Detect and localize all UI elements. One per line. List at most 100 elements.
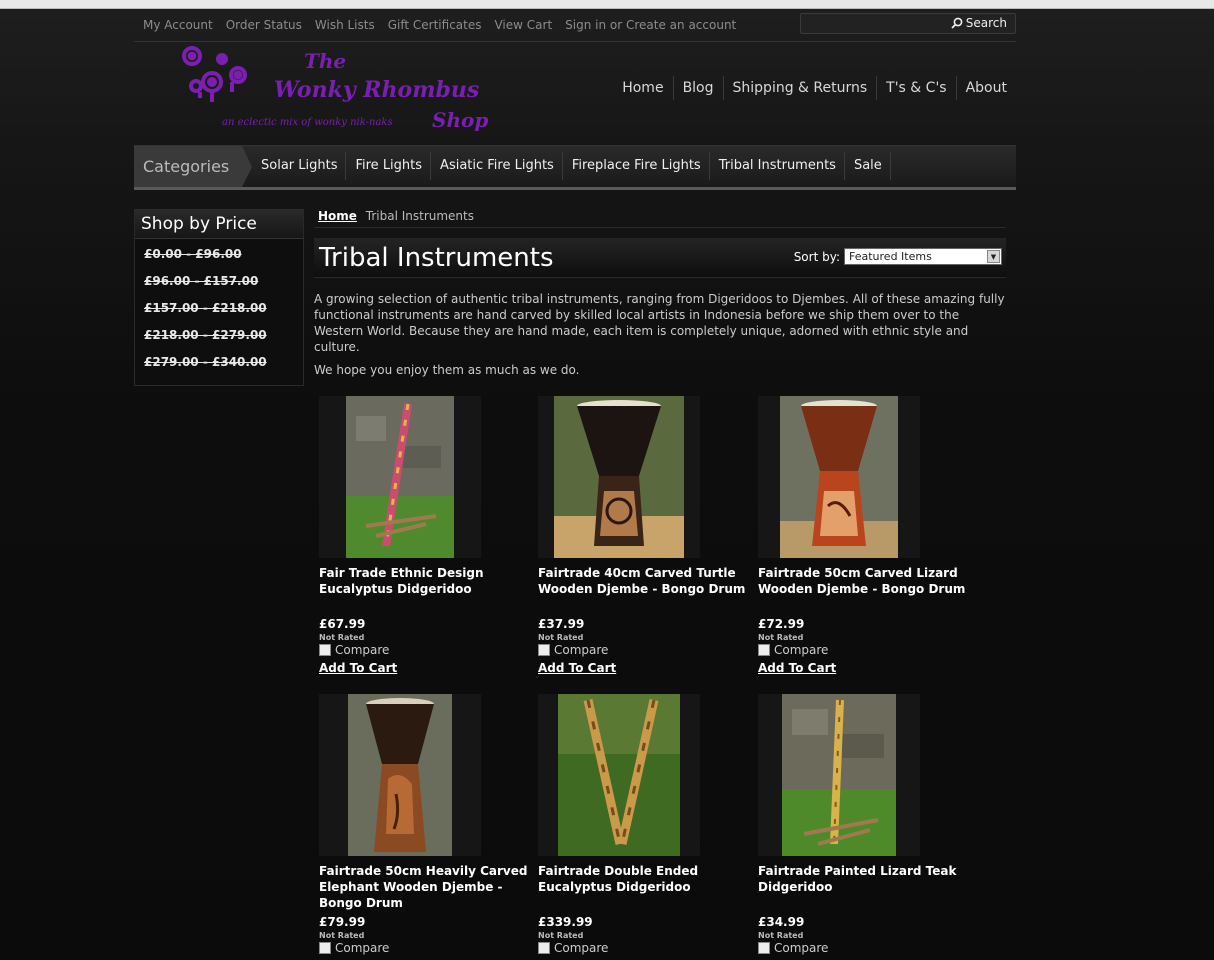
- product-name[interactable]: Fairtrade Painted Lizard Teak Didgeridoo: [758, 863, 978, 911]
- price-range-link[interactable]: £157.00 - £218.00: [144, 297, 303, 324]
- didgeridoo-icon: [346, 396, 454, 558]
- checkbox-icon[interactable]: [319, 942, 331, 954]
- compare-label: Compare: [554, 941, 609, 955]
- top-utility-bar: My Account Order Status Wish Lists Gift …: [134, 9, 1016, 42]
- djembe-icon: [348, 694, 452, 856]
- breadcrumb: Home Tribal Instruments: [314, 209, 1006, 228]
- wish-lists-link[interactable]: Wish Lists: [315, 18, 375, 32]
- didgeridoo-icon: [558, 694, 680, 856]
- checkbox-icon[interactable]: [538, 644, 550, 656]
- description-paragraph: We hope you enjoy them as much as we do.: [314, 363, 580, 377]
- product-price: £339.99: [538, 915, 593, 929]
- category-tribal-instruments[interactable]: Tribal Instruments: [710, 152, 845, 180]
- sign-in-link[interactable]: Sign in or Create an account: [565, 18, 736, 32]
- logo-text-the: The: [304, 49, 346, 73]
- category-description: A growing selection of authentic tribal …: [314, 291, 1006, 378]
- sort-control: Sort by: Featured Items ▼: [794, 248, 1002, 265]
- category-sale[interactable]: Sale: [845, 152, 891, 180]
- logo-tagline: an eclectic mix of wonky nik-naks: [222, 117, 393, 128]
- store-logo[interactable]: The Wonky Rhombus Shop an eclectic mix o…: [174, 42, 494, 137]
- checkbox-icon[interactable]: [319, 644, 331, 656]
- price-range-link[interactable]: £0.00 - £96.00: [144, 243, 303, 270]
- product-card: Fairtrade 50cm Carved Lizard Wooden Djem…: [758, 396, 978, 682]
- product-image[interactable]: [758, 396, 920, 558]
- price-range-link[interactable]: £96.00 - £157.00: [144, 270, 303, 297]
- compare-label: Compare: [335, 643, 390, 657]
- product-card: Fair Trade Ethnic Design Eucalyptus Didg…: [319, 396, 538, 682]
- price-range-list: £0.00 - £96.00 £96.00 - £157.00 £157.00 …: [135, 239, 303, 378]
- add-to-cart-link[interactable]: Add To Cart: [319, 661, 397, 675]
- product-image[interactable]: [319, 694, 481, 856]
- chevron-down-icon[interactable]: ▼: [987, 250, 1000, 263]
- product-card: Fairtrade 50cm Heavily Carved Elephant W…: [319, 694, 538, 960]
- category-bar: Categories Solar Lights Fire Lights Asia…: [134, 145, 1016, 190]
- category-asiatic-fire-lights[interactable]: Asiatic Fire Lights: [431, 152, 563, 180]
- compare-label: Compare: [774, 941, 829, 955]
- product-image[interactable]: [538, 694, 700, 856]
- nav-blog[interactable]: Blog: [672, 76, 723, 100]
- product-rating: Not Rated: [758, 931, 804, 940]
- checkbox-icon[interactable]: [538, 942, 550, 954]
- nav-shipping-returns[interactable]: Shipping & Returns: [722, 76, 877, 100]
- compare-label: Compare: [774, 643, 829, 657]
- product-name[interactable]: Fairtrade 50cm Carved Lizard Wooden Djem…: [758, 565, 978, 613]
- browser-chrome-strip: [0, 0, 1214, 9]
- product-price: £72.99: [758, 617, 805, 631]
- compare-checkbox[interactable]: Compare: [538, 941, 758, 955]
- compare-checkbox[interactable]: Compare: [538, 643, 758, 657]
- price-range-link[interactable]: £218.00 - £279.00: [144, 324, 303, 351]
- breadcrumb-home-link[interactable]: Home: [318, 209, 357, 223]
- product-name[interactable]: Fairtrade 40cm Carved Turtle Wooden Djem…: [538, 565, 758, 613]
- product-price: £37.99: [538, 617, 585, 631]
- compare-checkbox[interactable]: Compare: [319, 941, 538, 955]
- my-account-link[interactable]: My Account: [143, 18, 213, 32]
- checkbox-icon[interactable]: [758, 942, 770, 954]
- sort-select[interactable]: Featured Items ▼: [844, 248, 1002, 265]
- sort-label: Sort by:: [793, 249, 840, 264]
- category-solar-lights[interactable]: Solar Lights: [252, 152, 347, 180]
- nav-terms[interactable]: T's & C's: [876, 76, 955, 100]
- compare-checkbox[interactable]: Compare: [758, 941, 978, 955]
- order-status-link[interactable]: Order Status: [226, 18, 302, 32]
- add-to-cart-link[interactable]: Add To Cart: [538, 661, 616, 675]
- search-input[interactable]: Search: [800, 13, 1016, 34]
- gift-certificates-link[interactable]: Gift Certificates: [388, 18, 482, 32]
- view-cart-link[interactable]: View Cart: [494, 18, 552, 32]
- shop-by-price-title: Shop by Price: [135, 210, 303, 239]
- product-name[interactable]: Fair Trade Ethnic Design Eucalyptus Didg…: [319, 565, 538, 613]
- product-card: Fairtrade Double Ended Eucalyptus Didger…: [538, 694, 758, 960]
- logo-circles-icon: [182, 46, 247, 102]
- description-paragraph: A growing selection of authentic tribal …: [314, 292, 1005, 354]
- compare-checkbox[interactable]: Compare: [758, 643, 978, 657]
- compare-checkbox[interactable]: Compare: [319, 643, 538, 657]
- product-image[interactable]: [538, 396, 700, 558]
- price-range-link[interactable]: £279.00 - £340.00: [144, 351, 303, 378]
- breadcrumb-current: Tribal Instruments: [365, 209, 474, 223]
- search-button-label: Search: [965, 16, 1007, 30]
- product-image[interactable]: [319, 396, 481, 558]
- category-fire-lights[interactable]: Fire Lights: [346, 152, 432, 180]
- site-header: The Wonky Rhombus Shop an eclectic mix o…: [134, 42, 1016, 145]
- page-title: Tribal Instruments: [319, 243, 554, 273]
- product-price: £79.99: [319, 915, 366, 929]
- nav-about[interactable]: About: [955, 76, 1016, 100]
- compare-label: Compare: [335, 941, 390, 955]
- product-grid: Fair Trade Ethnic Design Eucalyptus Didg…: [314, 396, 1006, 960]
- product-name[interactable]: Fairtrade Double Ended Eucalyptus Didger…: [538, 863, 758, 911]
- add-to-cart-link[interactable]: Add To Cart: [758, 661, 836, 675]
- sort-selected-value: Featured Items: [849, 250, 932, 263]
- product-name[interactable]: Fairtrade 50cm Heavily Carved Elephant W…: [319, 863, 538, 911]
- djembe-icon: [780, 396, 898, 558]
- category-fireplace-fire-lights[interactable]: Fireplace Fire Lights: [563, 152, 710, 180]
- product-image[interactable]: [758, 694, 920, 856]
- product-card: Fairtrade 40cm Carved Turtle Wooden Djem…: [538, 396, 758, 682]
- search-button[interactable]: Search: [951, 16, 1007, 30]
- page-wrapper: My Account Order Status Wish Lists Gift …: [134, 9, 1016, 955]
- main-navigation: Home Blog Shipping & Returns T's & C's A…: [613, 76, 1016, 100]
- checkbox-icon[interactable]: [758, 644, 770, 656]
- product-rating: Not Rated: [758, 633, 804, 642]
- nav-home[interactable]: Home: [613, 76, 672, 100]
- product-card: Fairtrade Painted Lizard Teak Didgeridoo…: [758, 694, 978, 960]
- search-icon: [951, 17, 963, 29]
- logo-text-shop: Shop: [432, 108, 488, 132]
